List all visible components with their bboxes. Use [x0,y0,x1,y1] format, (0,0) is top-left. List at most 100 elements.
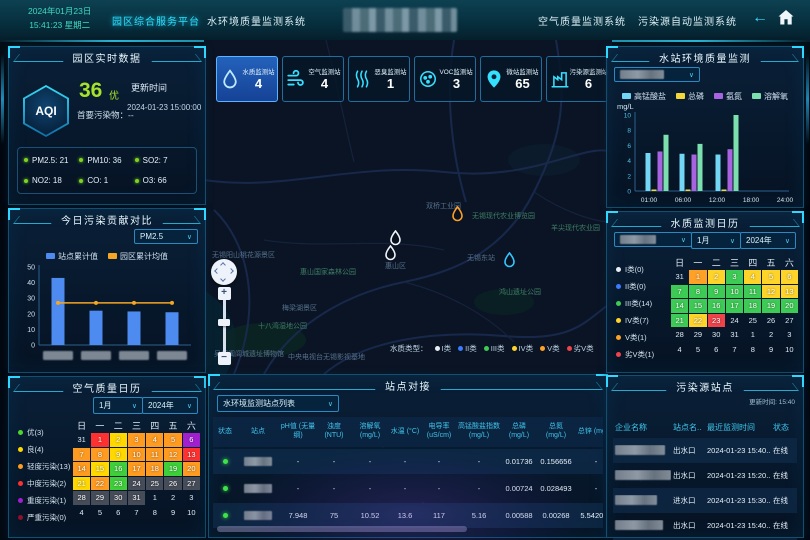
pollutant-select-dropdown[interactable]: PM2.5∨ [134,229,198,244]
home-icon[interactable] [778,10,794,30]
water-class-legend-item: III类 [484,343,505,354]
water-station-dropdown[interactable]: ∨ [614,67,700,82]
water-calendar-day: 8 [744,343,761,357]
left-edge-accent [1,54,4,144]
air-calendar-day: 8 [91,448,108,462]
table-row: ------0.017360.156656-- [213,449,603,474]
water-calendar-day: 29 [689,328,706,342]
column-header: pH值 (无量纲) [279,417,317,447]
city-map[interactable]: 无锡阳山桃花源景区惠山国家森林公园梅梁湖景区十八湾湿地公园吴都阖闾城遗址博物馆中… [204,40,612,374]
station-button-label: 污染源监测站 [569,67,608,76]
air-legend-item: 轻度污染(13) [18,461,70,472]
water-calendar-day: 6 [781,270,798,284]
water-calendar-day: 6 [708,343,725,357]
value-cell: 75 [317,503,351,528]
svg-text:30: 30 [27,296,35,303]
pan-up-icon[interactable] [220,262,226,268]
pan-right-icon[interactable] [228,268,234,274]
water-station-marker[interactable] [384,245,397,262]
air-quality-calendar-grid: 日一二三四五六311234567891011121314151617181920… [73,419,200,519]
station-data-panel: 站点对接 水环境监测站点列表∨ 状态站点pH值 (无量纲)浊度 (NTU)溶解氧… [208,374,608,538]
pan-down-icon[interactable] [220,276,226,282]
legend-dot-icon [567,346,572,351]
value-cell: - [457,476,501,501]
nav-tab-1[interactable]: 园区综合服务平台 [112,13,200,28]
nav-tab-2[interactable]: 水环境质量监测系统 [207,13,306,28]
water-calendar-day: 8 [689,285,706,299]
water-station-dropdown[interactable]: ∨ [614,232,692,247]
station-button-4[interactable]: VOC监测站3 [414,56,476,102]
value-cell: 0.028493 [537,476,575,501]
air-calendar-day: 4 [73,506,90,520]
company-cell [613,520,671,532]
zoom-handle[interactable] [218,319,230,326]
water-calendar-day: 2 [708,270,725,284]
table-row: 进水口2024-01-23 15:30..在线 [613,488,797,513]
update-time-value: 2024-01-23 15:00:00 [127,103,201,112]
air-calendar-day: 28 [73,491,90,505]
pollutant-value: SO2: 7 [143,156,168,165]
map-zoom-slider[interactable]: + − [217,287,231,365]
back-arrow-icon[interactable]: ← [752,9,768,27]
map-pan-control[interactable] [211,259,237,285]
horizontal-scrollbar[interactable] [217,526,467,532]
status-cell [213,476,237,501]
station-button-1[interactable]: 水质监测站4 [216,56,278,102]
water-calendar-panel: 水质监测日历 ∨ 1月∨ 2024年∨ I类(0)II类(0)III类(14)I… [606,211,804,373]
aqi-grade: 优 [109,87,119,102]
month-select-dropdown[interactable]: 1月∨ [93,397,143,414]
water-calendar-day: 30 [708,328,725,342]
legend-dot-icon [616,352,621,357]
station-button-3[interactable]: 恶臭监测站1 [348,56,410,102]
station-button-5[interactable]: 微站监测站65 [480,56,542,102]
pollution-source-panel: 污染源站点 更新时间: 15:40 企业名称站点名..最近监测时间状态出水口20… [606,375,804,538]
air-calendar-day: 10 [128,448,145,462]
pollutant-value: PM10: 36 [87,156,121,165]
column-header: 最近监测时间 [705,422,771,433]
water-calendar-day: 10 [726,285,743,299]
pan-left-icon[interactable] [214,268,220,274]
water-calendar-day: 9 [708,285,725,299]
station-button-2[interactable]: 空气监测站4 [282,56,344,102]
legend-swatch [752,93,761,99]
value-cell: 5.16 [457,503,501,528]
table-row: 出水口2024-01-23 15:40..在线 [613,438,797,463]
water-calendar-day: 24 [726,314,743,328]
water-station-marker[interactable] [451,206,464,223]
station-list-dropdown[interactable]: 水环境监测站点列表∨ [217,395,339,412]
status-dot-icon [24,179,28,183]
contribution-bar-chart: 01020304050 [15,261,197,370]
value-cell: 10.52 [351,503,389,528]
nav-tab-4[interactable]: 污染源自动监测系统 [638,13,737,28]
zoom-track[interactable] [223,300,226,352]
table-header-row: 状态站点pH值 (无量纲)浊度 (NTU)溶解氧 (mg/L)水温 (°C)电导… [213,417,603,447]
water-chart-legend: 高锰酸盐总磷氨氮溶解氧 [607,91,803,102]
air-calendar-day: 2 [110,433,127,447]
station-count: 1 [387,77,394,91]
legend-dot-icon [616,335,621,340]
station-button-6[interactable]: 污染源监测站6 [546,56,608,102]
pollutant-value: CO: 1 [87,176,108,185]
right-edge-accent [806,54,809,144]
water-legend-item: IV类(7) [616,315,654,326]
air-quality-calendar-panel: 空气质量日历 1月∨ 2024年∨ 优(3)良(4)轻度污染(13)中度污染(2… [8,376,206,538]
month-select-dropdown[interactable]: 1月∨ [691,232,741,249]
air-calendar-day: 21 [73,477,90,491]
water-calendar-day: 7 [726,343,743,357]
zoom-out-button[interactable]: − [218,352,231,365]
year-select-dropdown[interactable]: 2024年∨ [142,397,198,414]
water-class-level-legend: I类(0)II类(0)III类(14)IV类(7)V类(1)劣V类(1) [616,264,654,360]
value-cell: 7.948 [279,503,317,528]
company-name-redacted [615,470,671,480]
primary-pollutant: 首要污染物：-- [77,109,134,121]
year-select-dropdown[interactable]: 2024年∨ [740,232,796,249]
chevron-down-icon: ∨ [785,237,790,245]
pollution-source-icon [550,69,570,89]
column-header: 水温 (°C) [389,417,421,447]
nav-tab-3[interactable]: 空气质量监测系统 [538,13,626,28]
value-cell: - [317,449,351,474]
water-station-marker[interactable] [503,252,516,269]
site-cell: 进水口 [671,495,705,506]
zoom-in-button[interactable]: + [218,287,231,300]
water-calendar-day: 5 [689,343,706,357]
